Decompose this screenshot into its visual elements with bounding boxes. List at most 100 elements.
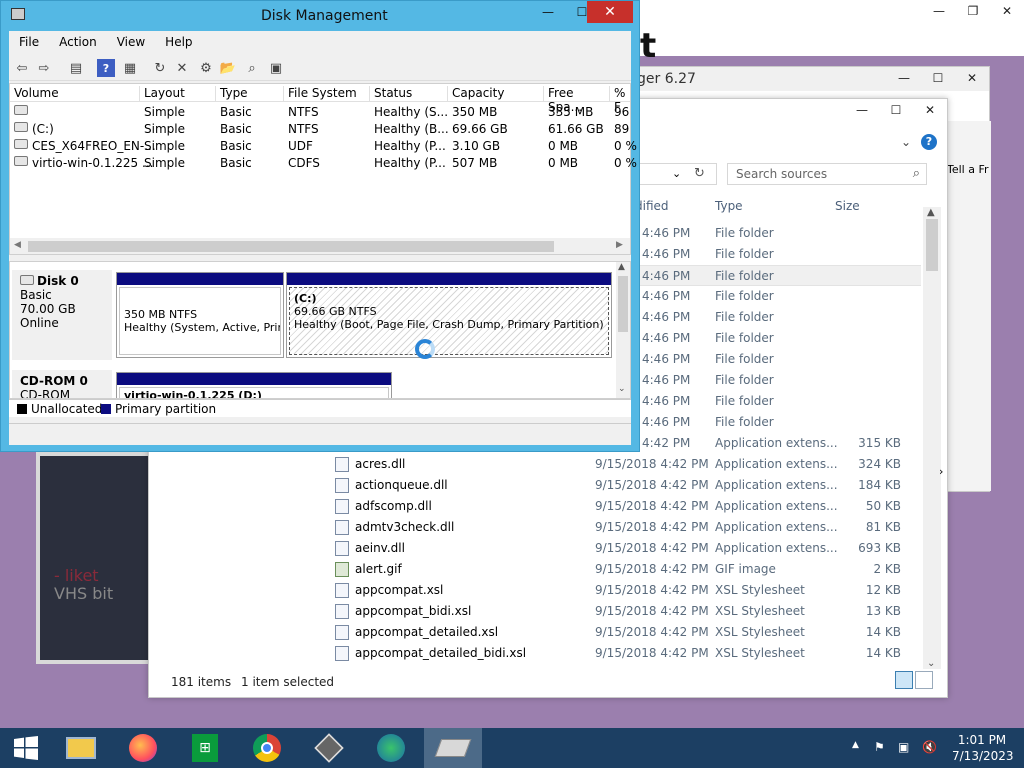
volume-muted-icon[interactable]: 🔇 <box>922 740 937 754</box>
vertical-scrollbar[interactable]: ▲ ⌄ <box>616 262 630 398</box>
close-button[interactable]: ✕ <box>587 1 633 23</box>
scroll-right-icon[interactable]: › <box>939 465 943 478</box>
column-type[interactable]: Type <box>715 199 743 213</box>
volume-row[interactable]: Simple Basic NTFS Healthy (S... 350 MB 335 MB… <box>10 104 630 121</box>
vertical-scrollbar[interactable]: ▲ ⌄ <box>923 207 941 669</box>
scroll-left-icon[interactable]: ◀ <box>14 240 21 250</box>
scrollbar-thumb[interactable] <box>926 219 938 271</box>
close-button[interactable]: ✕ <box>955 67 989 89</box>
store-taskbar-icon[interactable]: ⊞ <box>176 728 234 768</box>
download-manager-taskbar-icon[interactable] <box>362 728 420 768</box>
back-arrow-icon[interactable]: ⇦ <box>13 59 31 77</box>
disk-0-label[interactable]: Disk 0 Basic 70.00 GB Online <box>12 270 112 360</box>
volume-row[interactable]: virtio-win-0.1.225 ... Simple Basic CDFS Hea… <box>10 155 637 172</box>
file-list-row[interactable]: alert.gif 9/15/2018 4:42 PM GIF image 2 KB <box>149 559 921 580</box>
close-button[interactable]: ✕ <box>990 0 1024 22</box>
open-folder-icon[interactable]: 📂 <box>219 59 237 77</box>
column-status[interactable]: Status <box>370 86 448 102</box>
menu-item-help[interactable]: Help <box>155 31 202 53</box>
chevron-down-icon[interactable]: ⌄ <box>672 167 681 180</box>
primary-partition-swatch <box>101 404 111 414</box>
scroll-right-icon[interactable]: ▶ <box>616 240 623 250</box>
file-list-row[interactable]: adfscomp.dll 9/15/2018 4:42 PM Application… <box>149 496 921 517</box>
scrollbar-thumb[interactable] <box>28 241 554 252</box>
column-percent-free[interactable]: % F <box>610 86 630 114</box>
column-layout[interactable]: Layout <box>140 86 216 102</box>
package-taskbar-icon[interactable] <box>300 728 358 768</box>
chevron-down-icon[interactable]: ⌄ <box>901 135 911 149</box>
scroll-down-icon[interactable]: ⌄ <box>927 658 935 669</box>
action-center-flag-icon[interactable]: ⚑ <box>874 740 885 754</box>
address-bar[interactable]: ⌄ ↻ <box>637 163 717 185</box>
menu-item-view[interactable]: View <box>107 31 155 53</box>
delete-icon[interactable]: ✕ <box>173 59 191 77</box>
scrollbar-thumb[interactable] <box>618 276 628 332</box>
minimize-button[interactable]: — <box>531 1 565 23</box>
large-icons-view-icon[interactable] <box>915 671 933 689</box>
volume-row[interactable]: CES_X64FREO_EN-... Simple Basic UDF Healthy … <box>10 138 637 155</box>
cdrom-0-label[interactable]: CD-ROM 0 CD-ROM <box>12 370 112 398</box>
file-size: 81 KB <box>865 520 901 534</box>
file-list-row[interactable]: appcompat_detailed_bidi.xsl 9/15/2018 4:4… <box>149 643 921 664</box>
search-icon[interactable]: ⌕ <box>913 166 920 181</box>
partition-system-reserved[interactable]: 350 MB NTFS Healthy (System, Active, Pri… <box>116 272 284 358</box>
search-input[interactable]: Search sources ⌕ <box>727 163 927 185</box>
column-free-space[interactable]: Free Spa... <box>544 86 610 114</box>
column-file-system[interactable]: File System <box>284 86 370 102</box>
column-size[interactable]: Size <box>835 199 860 213</box>
volume-row[interactable]: (C:) Simple Basic NTFS Healthy (B... 69.66 GB… <box>10 121 630 138</box>
settings-icon[interactable]: ⚙ <box>197 59 215 77</box>
maximize-button[interactable]: ☐ <box>921 67 955 89</box>
tell-a-friend-label[interactable]: Tell a Fr <box>947 163 989 176</box>
scroll-down-icon[interactable]: ⌄ <box>618 384 626 394</box>
title-bar[interactable]: Disk Management — ☐ ✕ <box>1 1 639 31</box>
minimize-button[interactable]: — <box>922 0 956 22</box>
volume-volume: virtio-win-0.1.225 ... <box>32 156 154 170</box>
start-button[interactable] <box>0 728 52 768</box>
show-hidden-icons-icon[interactable]: ▲ <box>852 740 859 750</box>
refresh-icon[interactable]: ↻ <box>151 59 169 77</box>
horizontal-scrollbar[interactable]: ◀ ▶ <box>10 238 630 254</box>
column-type[interactable]: Type <box>216 86 284 102</box>
details-view-icon[interactable] <box>895 671 913 689</box>
refresh-icon[interactable]: ↻ <box>694 166 705 181</box>
partition-c-drive[interactable]: (C:) 69.66 GB NTFS Healthy (Boot, Page F… <box>286 272 612 358</box>
file-list-row[interactable]: appcompat_detailed.xsl 9/15/2018 4:42 PM X… <box>149 622 921 643</box>
network-icon[interactable]: ▣ <box>898 740 909 754</box>
file-list-row[interactable]: aeinv.dll 9/15/2018 4:42 PM Application ex… <box>149 538 921 559</box>
firefox-taskbar-icon[interactable] <box>114 728 172 768</box>
file-type: XSL Stylesheet <box>715 646 805 660</box>
file-list-row[interactable]: appcompat.xsl 9/15/2018 4:42 PM XSL Styles… <box>149 580 921 601</box>
close-button[interactable]: ✕ <box>913 99 947 121</box>
help-icon[interactable]: ? <box>97 59 115 77</box>
forward-arrow-icon[interactable]: ⇨ <box>35 59 53 77</box>
file-list-row[interactable]: acres.dll 9/15/2018 4:42 PM Application ex… <box>149 454 921 475</box>
console-tree-icon[interactable]: ▤ <box>67 59 85 77</box>
menu-item-action[interactable]: Action <box>49 31 107 53</box>
file-icon <box>335 625 349 640</box>
maximize-button[interactable]: ☐ <box>879 99 913 121</box>
file-type: File folder <box>715 269 774 283</box>
partition-cdrom[interactable]: virtio-win-0.1.225 (D:) <box>116 372 392 398</box>
export-icon[interactable]: ▣ <box>267 59 285 77</box>
file-list-row[interactable]: admtv3check.dll 9/15/2018 4:42 PM Applicat… <box>149 517 921 538</box>
minimize-button[interactable]: — <box>887 67 921 89</box>
column-capacity[interactable]: Capacity <box>448 86 544 102</box>
minimize-button[interactable]: — <box>845 99 879 121</box>
properties-icon[interactable]: ▦ <box>121 59 139 77</box>
file-list-row[interactable]: appcompat_bidi.xsl 9/15/2018 4:42 PM XSL S… <box>149 601 921 622</box>
search-icon[interactable]: ⌕ <box>243 59 261 77</box>
restore-button[interactable]: ❐ <box>956 0 990 22</box>
file-explorer-taskbar-icon[interactable] <box>52 728 110 768</box>
file-list-row[interactable]: actionqueue.dll 9/15/2018 4:42 PM Applicat… <box>149 475 921 496</box>
help-icon[interactable]: ? <box>921 134 937 150</box>
clock[interactable]: 1:01 PM 7/13/2023 <box>952 732 1014 764</box>
column-date-modified[interactable]: dified <box>635 199 669 213</box>
chrome-taskbar-icon[interactable] <box>238 728 296 768</box>
scroll-up-icon[interactable]: ▲ <box>618 262 625 272</box>
column-volume[interactable]: Volume <box>10 86 140 102</box>
file-date: 9/15/2018 4:42 PM <box>595 562 709 576</box>
disk-management-taskbar-icon[interactable] <box>424 728 482 768</box>
scroll-up-icon[interactable]: ▲ <box>927 207 935 218</box>
menu-item-file[interactable]: File <box>9 31 49 53</box>
